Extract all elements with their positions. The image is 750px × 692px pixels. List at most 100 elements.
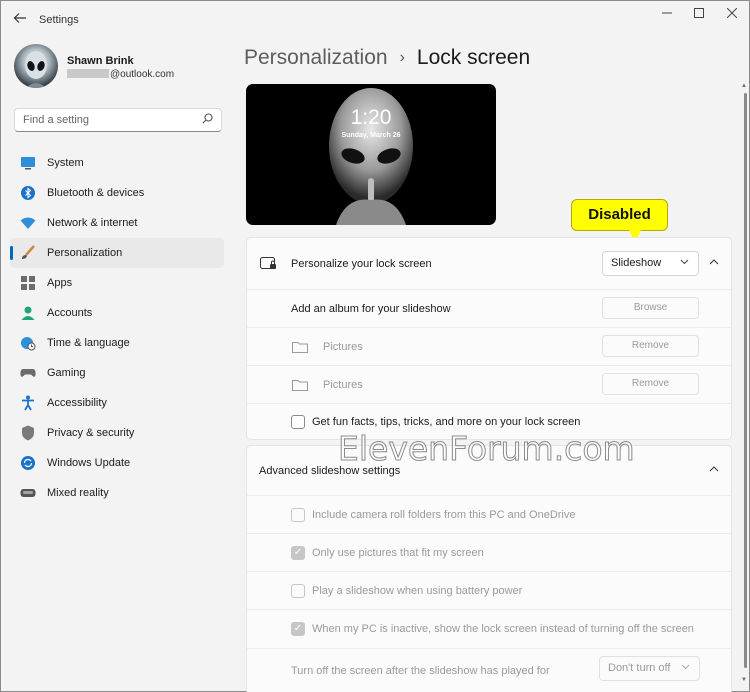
controller-icon <box>20 365 36 381</box>
advanced-slideshow-card: Advanced slideshow settings Include came… <box>246 445 733 692</box>
sidebar-item-label: Personalization <box>47 247 123 259</box>
folder-icon <box>292 341 308 353</box>
option-label: When my PC is inactive, show the lock sc… <box>312 623 694 635</box>
shield-icon <box>20 425 36 441</box>
battery-power-checkbox[interactable] <box>291 584 305 598</box>
sidebar-item-label: Accessibility <box>47 397 107 409</box>
bluetooth-icon <box>20 185 36 201</box>
advanced-option-row: Play a slideshow when using battery powe… <box>247 571 733 609</box>
brush-icon <box>20 245 36 261</box>
folder-name: Pictures <box>323 340 363 353</box>
sidebar-item-system[interactable]: System <box>10 148 224 178</box>
sidebar-item-mixed-reality[interactable]: Mixed reality <box>10 478 224 508</box>
search-icon <box>202 113 213 127</box>
scroll-down-icon[interactable]: ▼ <box>741 677 747 683</box>
preview-date: Sunday, March 26 <box>341 132 401 139</box>
remove-button[interactable]: Remove <box>602 373 699 395</box>
monitor-icon <box>20 155 36 171</box>
collapse-chevron-icon[interactable] <box>709 465 719 476</box>
sidebar-item-label: Network & internet <box>47 217 138 229</box>
dropdown-value: Don't turn off <box>608 662 671 674</box>
sidebar-item-accessibility[interactable]: Accessibility <box>10 388 224 418</box>
minimize-icon[interactable] <box>656 7 678 21</box>
sidebar-item-privacy[interactable]: Privacy & security <box>10 418 224 448</box>
personalize-label: Personalize your lock screen <box>291 257 432 270</box>
close-icon[interactable] <box>721 7 743 21</box>
headset-icon <box>20 485 36 501</box>
sidebar-item-label: Windows Update <box>47 457 131 469</box>
fit-screen-checkbox[interactable]: ✓ <box>291 546 305 560</box>
advanced-option-row: Include camera roll folders from this PC… <box>247 495 733 533</box>
title-bar: Settings <box>1 1 749 39</box>
turnoff-label: Turn off the screen after the slideshow … <box>291 664 550 677</box>
sidebar-item-accounts[interactable]: Accounts <box>10 298 224 328</box>
sidebar-item-label: Mixed reality <box>47 487 109 499</box>
album-row: Add an album for your slideshow Browse <box>247 289 733 327</box>
camera-roll-checkbox[interactable] <box>291 508 305 522</box>
wifi-icon <box>20 215 36 231</box>
apps-icon <box>20 275 36 291</box>
sidebar-item-apps[interactable]: Apps <box>10 268 224 298</box>
user-name: Shawn Brink <box>67 55 134 67</box>
avatar[interactable] <box>14 44 58 88</box>
option-label: Only use pictures that fit my screen <box>312 546 484 559</box>
fun-facts-label: Get fun facts, tips, tricks, and more on… <box>312 416 581 428</box>
sidebar-item-label: Privacy & security <box>47 427 135 439</box>
breadcrumb: Personalization › Lock screen <box>244 46 530 70</box>
folder-row: Pictures Remove <box>247 365 733 403</box>
sidebar-item-personalization[interactable]: Personalization <box>10 238 224 268</box>
collapse-chevron-icon[interactable] <box>709 258 719 269</box>
folder-icon <box>292 379 308 391</box>
sidebar-item-label: Time & language <box>47 337 130 349</box>
chevron-right-icon: › <box>399 49 405 66</box>
breadcrumb-parent[interactable]: Personalization <box>244 46 388 69</box>
advanced-option-row: ✓ Only use pictures that fit my screen <box>247 533 733 571</box>
option-label: Include camera roll folders from this PC… <box>312 508 576 521</box>
app-title: Settings <box>39 14 79 26</box>
person-icon <box>20 305 36 321</box>
accessibility-icon <box>20 395 36 411</box>
folder-row: Pictures Remove <box>247 327 733 365</box>
fun-facts-checkbox[interactable] <box>291 415 305 429</box>
page-title: Lock screen <box>416 46 531 69</box>
personalize-row[interactable]: Personalize your lock screen Slideshow <box>247 238 733 289</box>
sidebar-item-windows-update[interactable]: Windows Update <box>10 448 224 478</box>
user-email: @outlook.com <box>67 69 174 80</box>
search-input[interactable]: Find a setting <box>14 108 222 132</box>
lock-screen-icon <box>260 257 277 274</box>
advanced-option-row: ✓ When my PC is inactive, show the lock … <box>247 609 733 648</box>
search-placeholder: Find a setting <box>23 114 90 126</box>
sidebar-item-label: Bluetooth & devices <box>47 187 145 199</box>
maximize-icon[interactable] <box>688 7 710 21</box>
scroll-up-icon[interactable]: ▲ <box>741 83 747 89</box>
sidebar-item-bluetooth[interactable]: Bluetooth & devices <box>10 178 224 208</box>
sidebar-item-label: Apps <box>47 277 73 289</box>
browse-button[interactable]: Browse <box>602 297 699 319</box>
remove-button[interactable]: Remove <box>602 335 699 357</box>
lock-screen-preview: 1:20 Sunday, March 26 <box>246 84 496 225</box>
album-label: Add an album for your slideshow <box>291 302 451 315</box>
sidebar-item-network[interactable]: Network & internet <box>10 208 224 238</box>
turnoff-row: Turn off the screen after the slideshow … <box>247 648 733 692</box>
sidebar-nav: System Bluetooth & devices Network & int… <box>10 148 224 508</box>
turnoff-dropdown[interactable]: Don't turn off <box>599 656 700 681</box>
preview-time: 1:20 <box>350 106 392 129</box>
sidebar-item-label: System <box>47 157 84 169</box>
option-label: Play a slideshow when using battery powe… <box>312 584 523 597</box>
folder-name: Pictures <box>323 378 363 391</box>
inactive-lock-checkbox[interactable]: ✓ <box>291 622 305 636</box>
dropdown-value: Slideshow <box>611 257 662 269</box>
sidebar-item-gaming[interactable]: Gaming <box>10 358 224 388</box>
scrollbar-thumb[interactable] <box>744 93 747 668</box>
disabled-callout: Disabled <box>571 199 668 231</box>
sidebar-item-label: Gaming <box>47 367 86 379</box>
chevron-down-icon <box>681 662 690 673</box>
globe-clock-icon <box>20 335 36 351</box>
lock-screen-dropdown[interactable]: Slideshow <box>602 251 699 276</box>
sidebar-item-time-language[interactable]: Time & language <box>10 328 224 358</box>
redaction-bar <box>67 69 109 78</box>
update-icon <box>20 455 36 471</box>
watermark: ElevenForum.com <box>338 429 636 469</box>
back-arrow-icon[interactable] <box>13 11 29 27</box>
sidebar-item-label: Accounts <box>47 307 93 319</box>
